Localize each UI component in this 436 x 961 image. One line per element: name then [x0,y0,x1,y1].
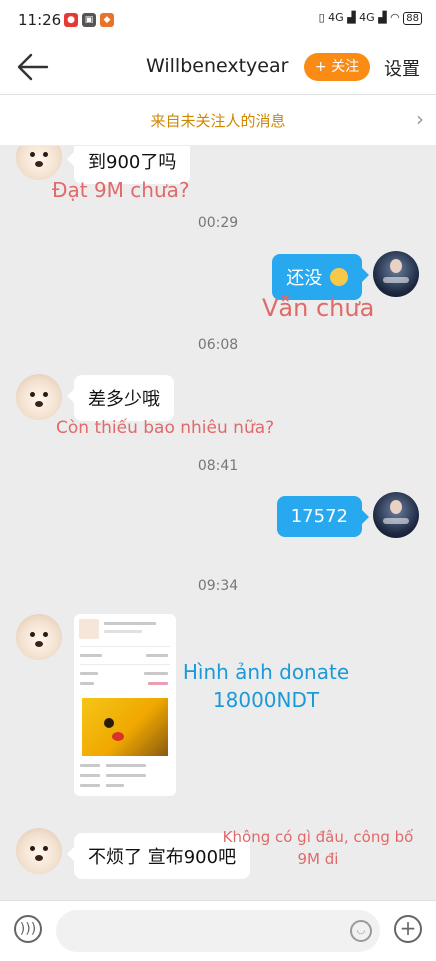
signal-icon: ▟ [347,11,356,24]
avatar-self[interactable] [373,251,419,297]
input-bar: ))) ◡ + [0,900,436,961]
chevron-right-icon: › [416,107,424,131]
settings-button[interactable]: 设置 [384,55,420,81]
page-title: Willbenextyear [146,55,289,77]
app-icon: ◆ [100,13,114,27]
text-line [106,774,146,777]
status-bar: 11:26 ● ▣ ◆ ▯ 4G ▟ 4G ▟ ◠ 88 [0,0,436,40]
text-line [80,682,94,685]
translation-annotation: Đạt 9M chưa? [52,178,190,202]
text-line [104,630,142,633]
message-timestamp: 09:34 [197,578,239,594]
annotation-line: 9M đi [297,850,339,868]
text-line [106,764,146,767]
notification-icon: ● [64,13,78,27]
pikachu-image [82,698,168,756]
avatar-other[interactable] [16,614,62,660]
divider [80,664,170,665]
avatar-other[interactable] [16,828,62,874]
thumbnail [79,619,99,639]
chat-area[interactable]: 到900了吗 Đạt 9M chưa? 00:29 还没 Vẫn chưa 06… [0,146,436,900]
status-right: ▯ 4G ▟ 4G ▟ ◠ 88 [318,11,422,25]
annotation-line: Hình ảnh donate [182,660,350,684]
voice-icon[interactable]: ))) [14,915,42,943]
battery-icon: 88 [403,12,422,25]
message-timestamp: 08:41 [197,458,239,474]
text-line [104,622,156,625]
message-input[interactable] [56,910,380,952]
chat-header: Willbenextyear + 关注 设置 [0,40,436,95]
text-line [80,654,102,657]
message-text: 还没 [286,268,323,289]
annotation-line: 18000NDT [212,688,320,712]
status-time: 11:26 [18,11,62,29]
notice-text: 来自未关注人的消息 [150,112,286,130]
annotation-line: Không có gì đâu, công bố [222,828,414,846]
emoji-icon[interactable]: ◡ [350,920,372,942]
message-bubble-left[interactable]: 差多少哦 [67,375,174,421]
follow-button[interactable]: + 关注 [304,53,370,81]
wifi-icon: ◠ [390,11,400,24]
gallery-icon: ▣ [82,13,96,27]
text-line [80,764,100,767]
donation-screenshot-image[interactable] [74,614,176,796]
text-line [80,784,100,787]
text-line [106,784,124,787]
network-label: 4G [328,11,344,24]
text-line [144,672,168,675]
stranger-message-notice[interactable]: 来自未关注人的消息 › [0,95,436,145]
avatar-self[interactable] [373,492,419,538]
translation-annotation: Hình ảnh donate 18000NDT [176,658,356,714]
avatar-other[interactable] [16,374,62,420]
text-line [80,774,100,777]
translation-annotation: Không có gì đâu, công bố 9M đi [208,826,428,870]
translation-annotation: Vẫn chưa [262,294,375,322]
message-bubble-right[interactable]: 17572 [276,496,370,537]
message-timestamp: 06:08 [197,337,239,353]
text-line [148,682,168,685]
text-line [146,654,168,657]
network-label-2: 4G [359,11,375,24]
avatar-other[interactable] [16,146,62,180]
message-timestamp: 00:29 [197,215,239,231]
sad-face-emoji-icon [330,268,348,286]
plus-circle-icon[interactable]: + [394,915,422,943]
signal-icon-2: ▟ [378,11,387,24]
text-line [80,672,98,675]
divider [80,646,170,647]
translation-annotation: Còn thiếu bao nhiêu nữa? [56,418,275,438]
vibrate-icon: ▯ [318,11,325,24]
arrow-left-icon[interactable] [16,52,50,82]
